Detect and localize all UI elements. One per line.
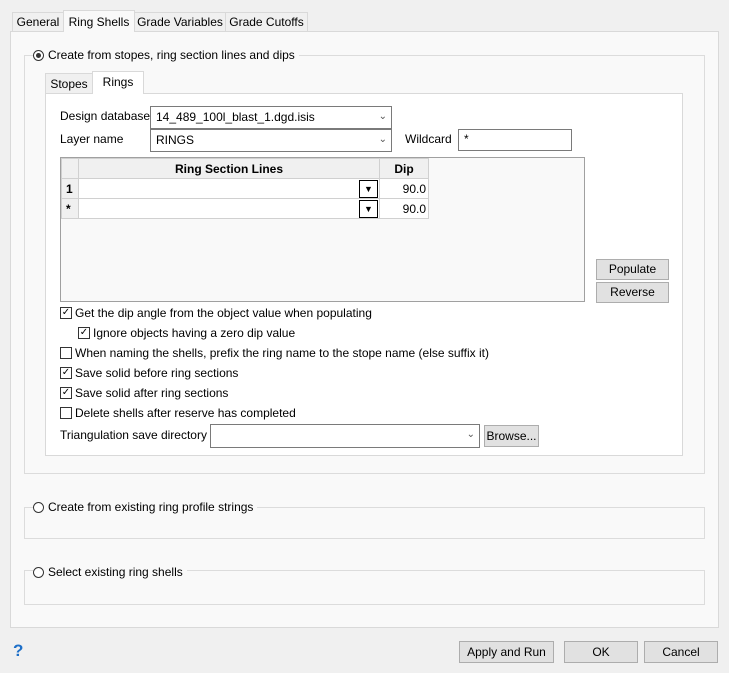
- checkbox-save-after[interactable]: ✓ Save solid after ring sections: [60, 386, 228, 400]
- ok-button[interactable]: OK: [564, 641, 638, 663]
- row-number: 1: [61, 178, 79, 199]
- header-dip[interactable]: Dip: [379, 158, 429, 179]
- layer-name-combo[interactable]: RINGS ⌄: [150, 129, 392, 152]
- dip-cell[interactable]: 90.0: [379, 178, 429, 199]
- wildcard-input[interactable]: *: [458, 129, 572, 151]
- table-row: * ▼ 90.0: [61, 198, 429, 219]
- checkbox-save-before[interactable]: ✓ Save solid before ring sections: [60, 366, 238, 380]
- wildcard-label: Wildcard: [405, 132, 452, 146]
- browse-button[interactable]: Browse...: [484, 425, 539, 447]
- help-icon[interactable]: ?: [13, 641, 23, 661]
- subtab-stopes[interactable]: Stopes: [45, 73, 93, 94]
- triangulation-dir-label: Triangulation save directory: [60, 428, 207, 442]
- checkbox-label: Get the dip angle from the object value …: [75, 306, 372, 320]
- checkbox-prefix-ring-name[interactable]: When naming the shells, prefix the ring …: [60, 346, 489, 360]
- checkbox-ignore-zero-dip[interactable]: ✓ Ignore objects having a zero dip value: [78, 326, 295, 340]
- row-number: *: [61, 198, 79, 219]
- design-database-value: 14_489_100l_blast_1.dgd.isis: [156, 110, 315, 124]
- radio-label: Select existing ring shells: [48, 565, 183, 579]
- checkbox-checked-icon: ✓: [60, 367, 72, 379]
- design-database-combo[interactable]: 14_489_100l_blast_1.dgd.isis ⌄: [150, 106, 392, 129]
- ring-section-line-cell[interactable]: ▼: [78, 178, 380, 199]
- dropdown-arrow-icon[interactable]: ▼: [359, 200, 378, 218]
- ring-section-table: Ring Section Lines Dip 1 ▼ 90.0 * ▼ 90.0: [60, 157, 585, 302]
- table-row: 1 ▼ 90.0: [61, 178, 429, 199]
- radio-existing-profile-strings[interactable]: Create from existing ring profile string…: [33, 500, 258, 514]
- radio-label: Create from stopes, ring section lines a…: [48, 48, 295, 62]
- checkbox-dip-from-object[interactable]: ✓ Get the dip angle from the object value…: [60, 306, 372, 320]
- apply-and-run-button[interactable]: Apply and Run: [459, 641, 554, 663]
- checkbox-label: Save solid before ring sections: [75, 366, 239, 380]
- populate-button[interactable]: Populate: [596, 259, 669, 280]
- chevron-down-icon: ⌄: [378, 111, 387, 122]
- checkbox-label: Save solid after ring sections: [75, 386, 229, 400]
- radio-icon: [33, 566, 44, 578]
- layer-name-label: Layer name: [60, 132, 124, 146]
- radio-label: Create from existing ring profile string…: [48, 500, 254, 514]
- triangulation-dir-combo[interactable]: ⌄: [210, 424, 480, 448]
- dropdown-arrow-icon[interactable]: ▼: [359, 180, 378, 198]
- checkbox-checked-icon: ✓: [60, 307, 72, 319]
- reverse-button[interactable]: Reverse: [596, 282, 669, 303]
- radio-icon: [33, 49, 44, 61]
- checkbox-unchecked-icon: [60, 407, 72, 419]
- subtab-rings[interactable]: Rings: [92, 71, 144, 94]
- radio-icon: [33, 501, 44, 513]
- checkbox-label: Ignore objects having a zero dip value: [93, 326, 296, 340]
- chevron-down-icon: ⌄: [378, 134, 387, 145]
- checkbox-unchecked-icon: [60, 347, 72, 359]
- design-database-label: Design database: [60, 109, 151, 123]
- corner-cell: [61, 158, 79, 179]
- radio-existing-ring-shells[interactable]: Select existing ring shells: [33, 565, 187, 579]
- cancel-button[interactable]: Cancel: [644, 641, 718, 663]
- ring-section-line-cell[interactable]: ▼: [78, 198, 380, 219]
- checkbox-delete-shells[interactable]: Delete shells after reserve has complete…: [60, 406, 296, 420]
- radio-create-from-stopes[interactable]: Create from stopes, ring section lines a…: [33, 48, 299, 62]
- checkbox-checked-icon: ✓: [78, 327, 90, 339]
- header-ring-section-lines[interactable]: Ring Section Lines: [78, 158, 380, 179]
- checkbox-checked-icon: ✓: [60, 387, 72, 399]
- checkbox-label: Delete shells after reserve has complete…: [75, 406, 296, 420]
- tab-ring-shells[interactable]: Ring Shells: [63, 10, 135, 32]
- checkbox-label: When naming the shells, prefix the ring …: [75, 346, 489, 360]
- dip-cell[interactable]: 90.0: [379, 198, 429, 219]
- tab-grade-variables[interactable]: Grade Variables: [134, 12, 226, 31]
- tab-general[interactable]: General: [12, 12, 64, 31]
- chevron-down-icon: ⌄: [466, 429, 475, 440]
- tab-grade-cutoffs[interactable]: Grade Cutoffs: [225, 12, 308, 31]
- layer-name-value: RINGS: [156, 133, 195, 147]
